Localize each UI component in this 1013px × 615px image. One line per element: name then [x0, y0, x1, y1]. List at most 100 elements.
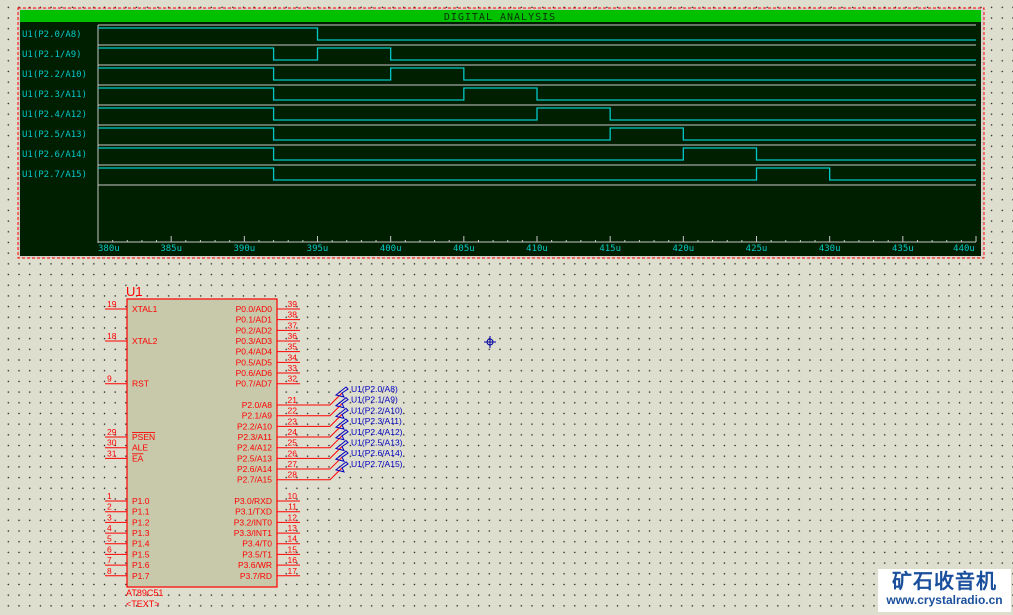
pin-name: P0.7/AD7 [236, 379, 273, 389]
pin-number: 15 [288, 544, 298, 554]
chip-part-label: AT89C51 [126, 588, 163, 598]
pin-number: 37 [288, 320, 298, 330]
pin-name: P1.7 [132, 571, 150, 581]
pin-number: 38 [288, 310, 298, 320]
terminal-arrow-icon [334, 407, 349, 420]
trace-label[interactable]: U1(P2.0/A8) [22, 30, 82, 40]
trace-label[interactable]: U1(P2.5/A13) [22, 130, 87, 140]
pin-number: 11 [288, 502, 297, 512]
pin-number: 18 [107, 331, 117, 341]
pin-name: P3.4/T0 [242, 539, 272, 549]
trace-label[interactable]: U1(P2.4/A12) [22, 110, 87, 120]
pin-number: 6 [107, 544, 112, 554]
pin-number: 7 [107, 555, 112, 565]
pin-name: P1.3 [132, 528, 150, 538]
pin-name: P0.2/AD2 [236, 325, 273, 335]
axis-tick-label: 430u [819, 244, 841, 254]
pin-name: XTAL2 [132, 336, 158, 346]
pin-name: RST [132, 379, 149, 389]
pin-number: 8 [107, 566, 112, 576]
axis-tick-label: 390u [233, 244, 255, 254]
trace-label[interactable]: U1(P2.6/A14) [22, 150, 87, 160]
pin-name: P0.1/AD1 [236, 315, 273, 325]
pin-name: P2.1/A9 [242, 411, 273, 421]
pin-name: P0.4/AD4 [236, 347, 273, 357]
pin-name: P3.1/TXD [235, 507, 272, 517]
chip-text-label: <TEXT> [126, 599, 160, 609]
net-label: U1(P2.1/A9) [351, 395, 398, 405]
net-label: U1(P2.7/A15) [351, 459, 403, 469]
pin-name: P3.6/WR [238, 560, 272, 570]
pin-number: 3 [107, 512, 112, 522]
pin-name: P2.0/A8 [242, 400, 273, 410]
pin-number: 9 [107, 374, 112, 384]
pin-number: 29 [107, 427, 117, 437]
pin-number: 4 [107, 523, 112, 533]
pin-name: P1.2 [132, 517, 150, 527]
axis-tick-label: 425u [746, 244, 768, 254]
pin-number: 13 [288, 523, 298, 533]
terminal-arrow-icon [334, 397, 349, 409]
pin-number: 23 [288, 416, 298, 426]
trace-label[interactable]: U1(P2.3/A11) [22, 90, 87, 100]
watermark-url: www.crystalradio.cn [886, 593, 1003, 607]
crosshair-cursor-icon [484, 336, 496, 348]
pin-number: 35 [288, 342, 298, 352]
pin-number: 12 [288, 512, 298, 522]
pin-name: P1.0 [132, 496, 150, 506]
axis-tick-label: 400u [380, 244, 402, 254]
pin-name: P2.5/A13 [237, 453, 272, 463]
terminal-arrow-icon [334, 450, 349, 462]
pin-name: EA [132, 453, 144, 463]
axis-tick-label: 405u [453, 244, 475, 254]
pin-name: P1.1 [132, 507, 150, 517]
pin-number: 14 [288, 534, 298, 544]
graph-background [20, 10, 981, 256]
trace-label[interactable]: U1(P2.1/A9) [22, 50, 82, 60]
pin-number: 31 [107, 448, 117, 458]
pin-name: P1.4 [132, 539, 150, 549]
digital-analysis-graph[interactable]: DIGITAL ANALYSIS U1(P2.0/A8) U1(P2.1/A9) U… [17, 7, 985, 259]
net-label: U1(P2.2/A10) [351, 405, 403, 415]
pin-number: 30 [107, 438, 117, 448]
pin-number: 32 [288, 374, 298, 384]
axis-tick-label: 440u [953, 244, 975, 254]
pin-name: P0.6/AD6 [236, 368, 273, 378]
net-label: U1(P2.4/A12) [351, 427, 403, 437]
watermark-title: 矿石收音机 [892, 569, 997, 593]
pin-name: P0.5/AD5 [236, 357, 273, 367]
pin-number: 24 [288, 427, 298, 437]
pin-name: P3.2/INT0 [234, 517, 273, 527]
pin-name: P3.7/RD [240, 571, 272, 581]
axis-tick-label: 435u [892, 244, 914, 254]
net-terminal[interactable]: U1(P2.7/A15) [334, 459, 403, 473]
pin-name: P1.5 [132, 549, 150, 559]
axis-tick-label: 410u [526, 244, 548, 254]
schematic-canvas[interactable]: DIGITAL ANALYSIS U1(P2.0/A8)U1(P2.1/A9)U… [0, 0, 1013, 615]
net-label: U1(P2.6/A14) [351, 448, 403, 458]
pin-name: P2.3/A11 [238, 432, 273, 442]
pin-number: 33 [288, 363, 298, 373]
pin-number: 26 [288, 448, 298, 458]
pin-name: XTAL1 [132, 304, 158, 314]
pin-name: P0.3/AD3 [236, 336, 273, 346]
axis-tick-label: 380u [98, 244, 120, 254]
pin-name: P3.5/T1 [242, 549, 272, 559]
pin-name: PSEN [132, 432, 155, 442]
axis-tick-label: 395u [307, 244, 329, 254]
pin-name: P3.0/RXD [234, 496, 272, 506]
net-label: U1(P2.0/A8) [351, 384, 398, 394]
pin-name: P1.6 [132, 560, 150, 570]
trace-label[interactable]: U1(P2.7/A15) [22, 170, 87, 180]
chip-ref-label: U1 [126, 284, 143, 299]
pin-name: ALE [132, 443, 148, 453]
axis-tick-label: 415u [599, 244, 621, 254]
trace-label[interactable]: U1(P2.2/A10) [22, 70, 87, 80]
pin-number: 28 [288, 470, 298, 480]
pin-number: 25 [288, 438, 298, 448]
terminal-arrow-icon [334, 429, 349, 441]
pin-number: 2 [107, 502, 112, 512]
pin-name: P2.6/A14 [237, 464, 272, 474]
pin-number: 27 [288, 459, 298, 469]
pin-number: 1 [107, 491, 112, 501]
